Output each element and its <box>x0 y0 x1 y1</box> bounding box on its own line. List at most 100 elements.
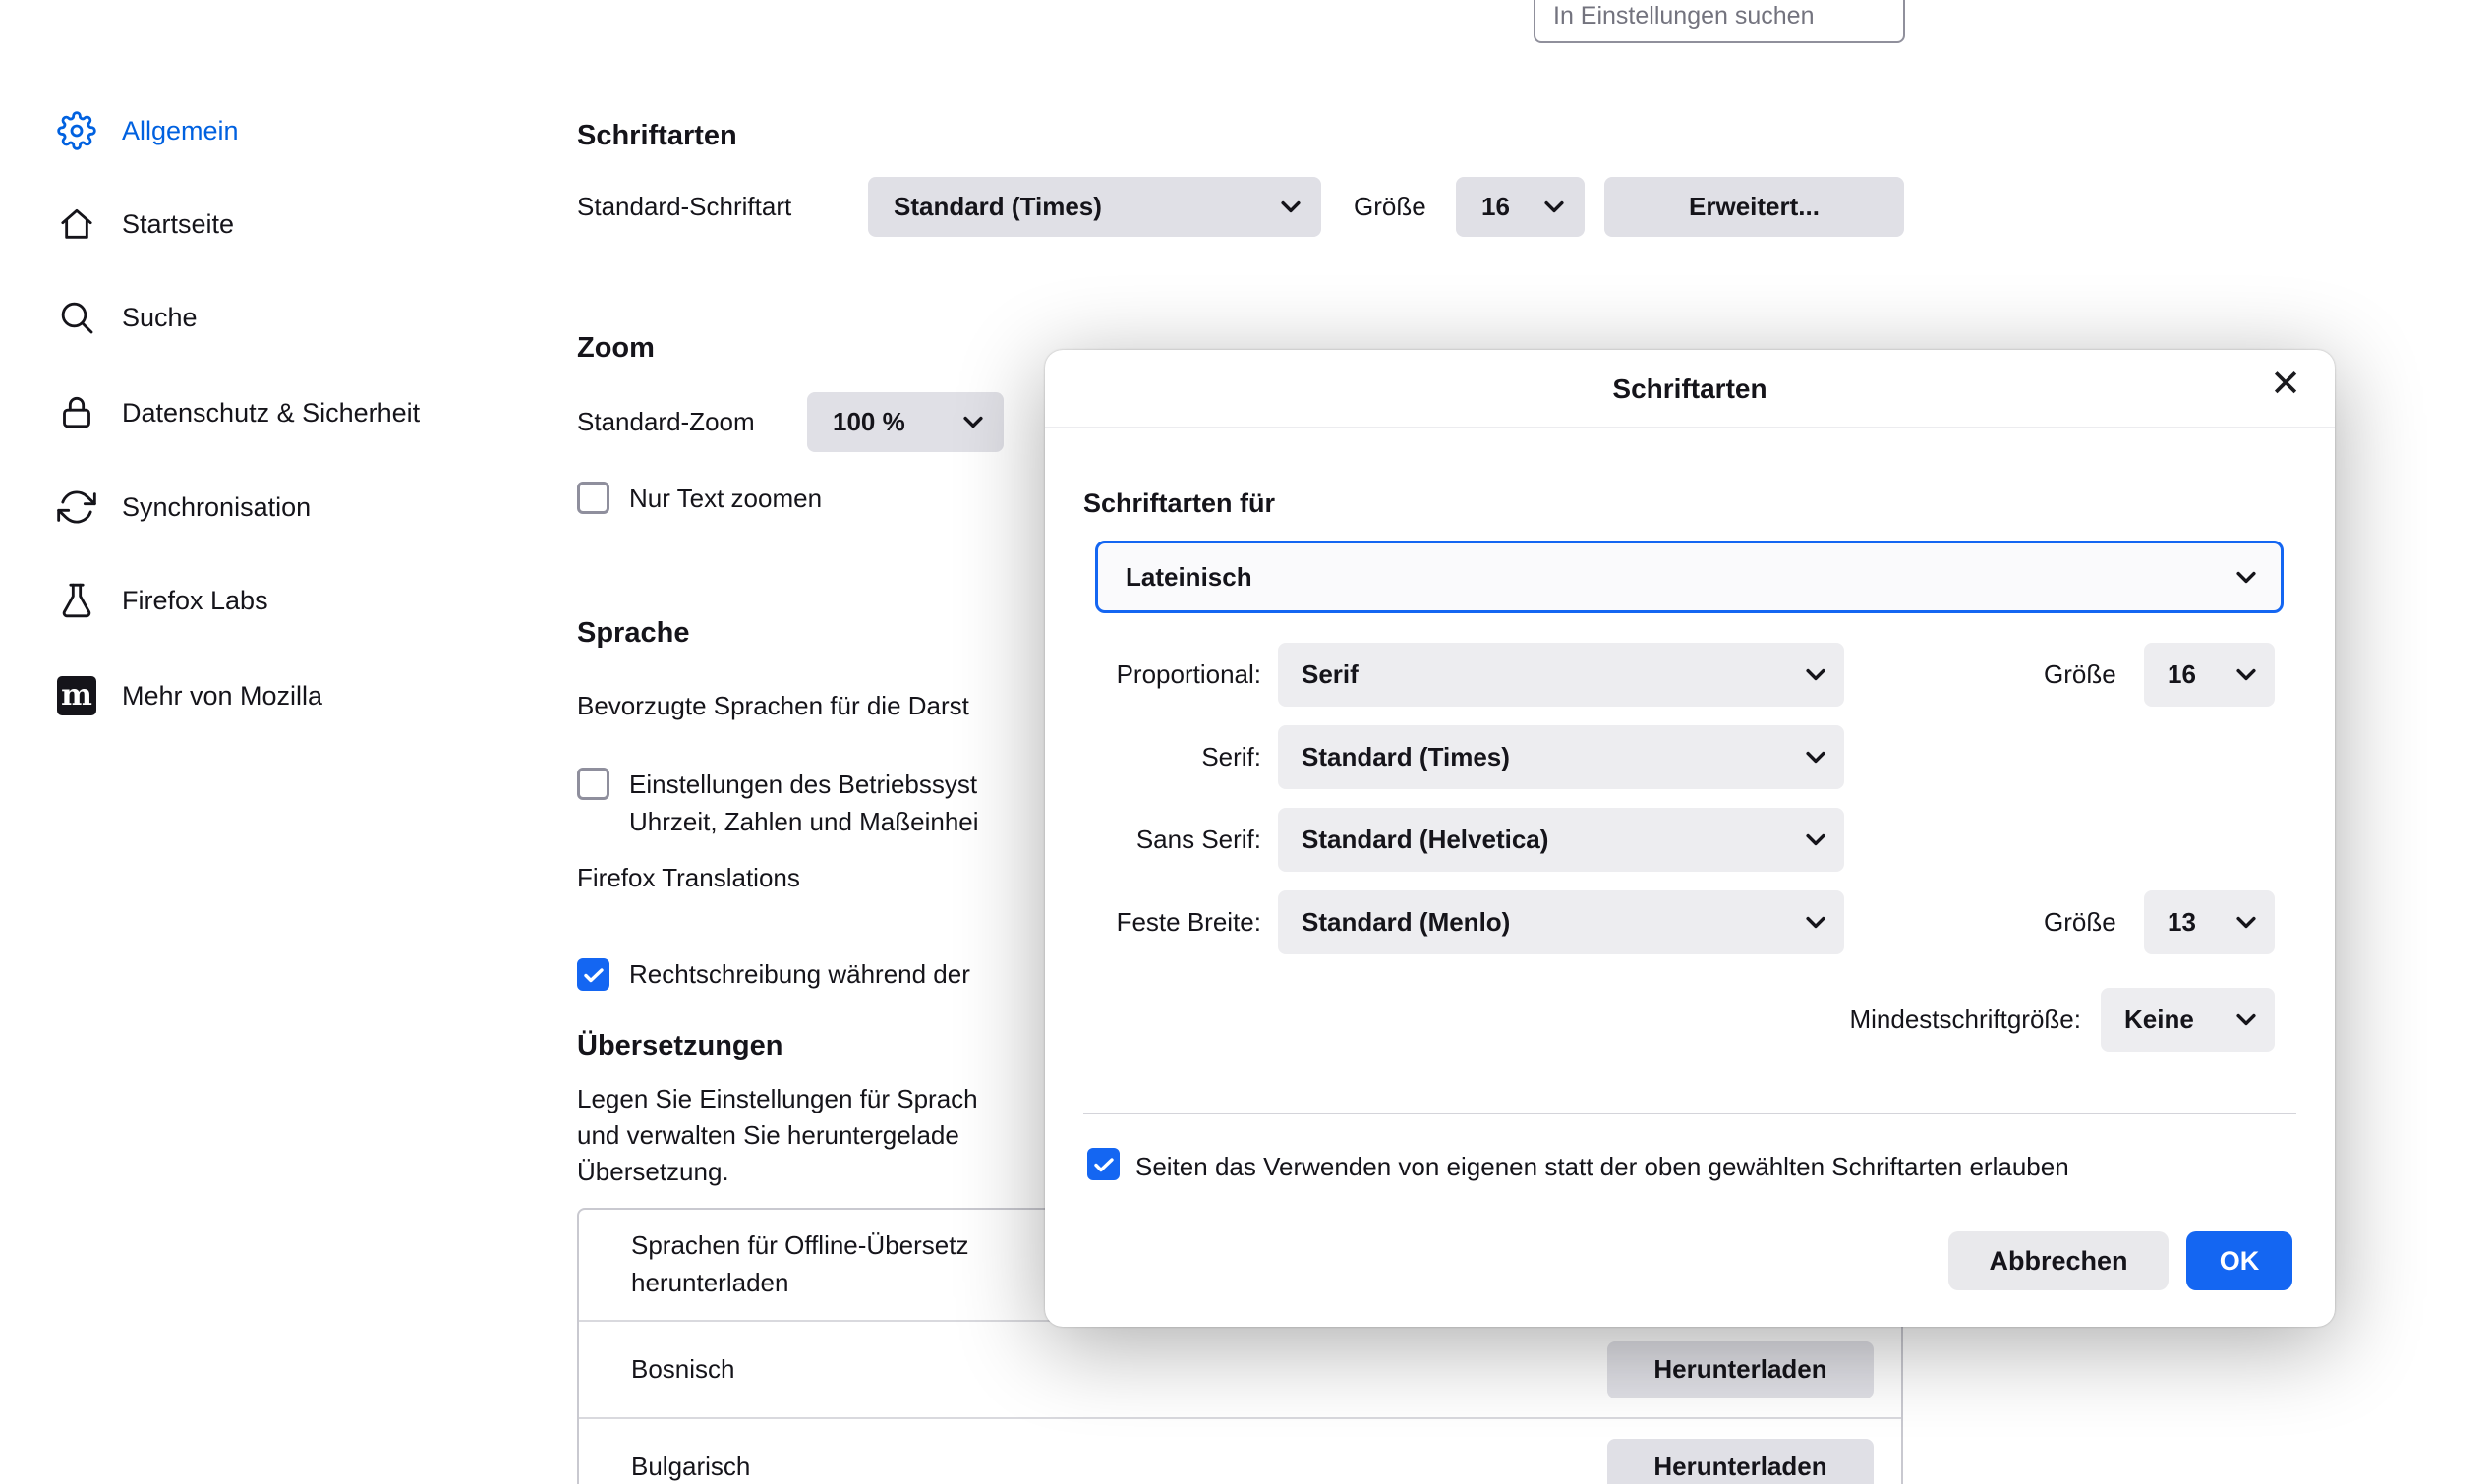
chevron-down-icon <box>2235 667 2257 682</box>
home-icon <box>57 204 96 244</box>
language-name: Bosnisch <box>631 1354 735 1385</box>
sidebar-item-allgemein[interactable]: Allgemein <box>57 99 239 162</box>
translations-heading: Übersetzungen <box>577 1030 782 1062</box>
proportional-label: Proportional: <box>1045 656 1261 692</box>
default-font-select[interactable]: Standard (Times) <box>868 177 1321 237</box>
dialog-divider <box>1083 1113 2296 1114</box>
monospace-size-select[interactable]: 13 <box>2144 890 2275 954</box>
script-select[interactable]: Lateinisch <box>1095 541 2284 613</box>
font-size-value: 16 <box>1481 192 1510 222</box>
check-icon <box>584 967 604 983</box>
default-zoom-select[interactable]: 100 % <box>807 392 1004 452</box>
lock-icon <box>57 393 96 432</box>
font-size-select[interactable]: 16 <box>1456 177 1585 237</box>
sidebar-item-label: Mehr von Mozilla <box>122 681 322 712</box>
monospace-label: Feste Breite: <box>1045 904 1261 940</box>
close-icon[interactable]: ✕ <box>2270 366 2301 403</box>
settings-search-input[interactable] <box>1534 0 1905 43</box>
chevron-down-icon <box>962 415 984 429</box>
check-icon <box>1094 1157 1114 1172</box>
dialog-header-divider <box>1045 427 2335 428</box>
script-value: Lateinisch <box>1126 562 1252 593</box>
min-font-size-value: Keine <box>2124 1004 2194 1035</box>
dialog-title: Schriftarten <box>1045 373 2335 405</box>
download-bosnisch-button[interactable]: Herunterladen <box>1607 1341 1874 1398</box>
zoom-heading: Zoom <box>577 332 655 365</box>
sidebar-item-suche[interactable]: Suche <box>57 286 198 349</box>
os-format-checkbox[interactable] <box>577 768 609 800</box>
chevron-down-icon <box>1805 832 1826 847</box>
language-heading: Sprache <box>577 617 689 650</box>
chevron-down-icon <box>1543 200 1565 214</box>
monospace-size-label: Größe <box>2044 904 2116 940</box>
sidebar-item-startseite[interactable]: Startseite <box>57 193 234 256</box>
proportional-size-label: Größe <box>2044 656 2116 692</box>
monospace-size-value: 13 <box>2168 907 2196 938</box>
monospace-select[interactable]: Standard (Menlo) <box>1278 890 1844 954</box>
text-zoom-label: Nur Text zoomen <box>629 484 822 514</box>
preferred-languages-text: Bevorzugte Sprachen für die Darst <box>577 691 969 721</box>
proportional-value: Serif <box>1302 659 1359 690</box>
min-font-size-label: Mindestschriftgröße: <box>1045 1001 2081 1037</box>
fonts-dialog: Schriftarten ✕ Schriftarten für Lateinis… <box>1045 350 2335 1327</box>
sidebar-item-datenschutz[interactable]: Datenschutz & Sicherheit <box>57 381 420 444</box>
spellcheck-label: Rechtschreibung während der <box>629 959 970 990</box>
chevron-down-icon <box>2235 915 2257 930</box>
chevron-down-icon <box>1805 750 1826 765</box>
translations-description-line1: Legen Sie Einstellungen für Sprach <box>577 1081 978 1117</box>
firefox-settings-page: Allgemein Startseite Suche Datenschutz &… <box>0 0 2491 1484</box>
advanced-fonts-button[interactable]: Erweitert... <box>1604 177 1904 237</box>
download-button-label: Herunterladen <box>1653 1354 1826 1385</box>
serif-value: Standard (Times) <box>1302 742 1510 772</box>
cancel-button[interactable]: Abbrechen <box>1948 1231 2169 1290</box>
download-button-label: Herunterladen <box>1653 1452 1826 1482</box>
translations-description-line2: und verwalten Sie heruntergelade <box>577 1117 978 1154</box>
download-bulgarisch-button[interactable]: Herunterladen <box>1607 1439 1874 1484</box>
sans-serif-select[interactable]: Standard (Helvetica) <box>1278 808 1844 872</box>
os-format-label-line1: Einstellungen des Betriebssyst <box>629 766 979 803</box>
proportional-size-value: 16 <box>2168 659 2196 690</box>
os-format-label-line2: Uhrzeit, Zahlen und Maßeinhei <box>629 803 979 840</box>
search-icon <box>57 298 96 337</box>
sans-serif-label: Sans Serif: <box>1045 822 1261 857</box>
allow-custom-fonts-label: Seiten das Verwenden von eigenen statt d… <box>1135 1149 2069 1184</box>
default-font-value: Standard (Times) <box>894 192 1102 222</box>
spellcheck-checkbox[interactable] <box>577 958 609 991</box>
table-row: Bosnisch Herunterladen <box>579 1322 1901 1419</box>
translations-description-line3: Übersetzung. <box>577 1154 978 1190</box>
min-font-size-select[interactable]: Keine <box>2101 988 2275 1052</box>
text-zoom-checkbox[interactable] <box>577 482 609 514</box>
chevron-down-icon <box>1805 667 1826 682</box>
serif-select[interactable]: Standard (Times) <box>1278 725 1844 789</box>
gear-icon <box>57 111 96 150</box>
sidebar-item-label: Datenschutz & Sicherheit <box>122 398 420 428</box>
chevron-down-icon <box>1805 915 1826 930</box>
default-font-label: Standard-Schriftart <box>577 192 791 222</box>
mozilla-icon: m <box>57 676 96 715</box>
sidebar-item-firefox-labs[interactable]: Firefox Labs <box>57 569 268 632</box>
advanced-fonts-label: Erweitert... <box>1689 192 1820 222</box>
allow-custom-fonts-checkbox[interactable] <box>1087 1148 1120 1180</box>
sidebar-item-synchronisation[interactable]: Synchronisation <box>57 476 311 539</box>
sidebar-item-mehr-von-mozilla[interactable]: m Mehr von Mozilla <box>57 664 322 727</box>
sidebar-item-label: Suche <box>122 303 198 333</box>
ok-button[interactable]: OK <box>2186 1231 2292 1290</box>
font-size-label: Größe <box>1354 192 1426 222</box>
sidebar-item-label: Synchronisation <box>122 492 311 523</box>
fonts-heading: Schriftarten <box>577 120 737 152</box>
ok-button-label: OK <box>2220 1246 2260 1277</box>
translations-description: Legen Sie Einstellungen für Sprach und v… <box>577 1081 978 1190</box>
serif-label: Serif: <box>1045 739 1261 774</box>
language-name: Bulgarisch <box>631 1452 750 1482</box>
flask-icon <box>57 581 96 620</box>
os-format-label: Einstellungen des Betriebssyst Uhrzeit, … <box>629 766 979 840</box>
sidebar-item-label: Allgemein <box>122 116 239 146</box>
default-zoom-label: Standard-Zoom <box>577 407 755 437</box>
sidebar-item-label: Startseite <box>122 209 234 240</box>
proportional-size-select[interactable]: 16 <box>2144 643 2275 707</box>
cancel-button-label: Abbrechen <box>1989 1246 2127 1277</box>
table-row: Bulgarisch Herunterladen <box>579 1419 1901 1484</box>
proportional-select[interactable]: Serif <box>1278 643 1844 707</box>
chevron-down-icon <box>1280 200 1302 214</box>
fonts-for-label: Schriftarten für <box>1083 488 1275 519</box>
